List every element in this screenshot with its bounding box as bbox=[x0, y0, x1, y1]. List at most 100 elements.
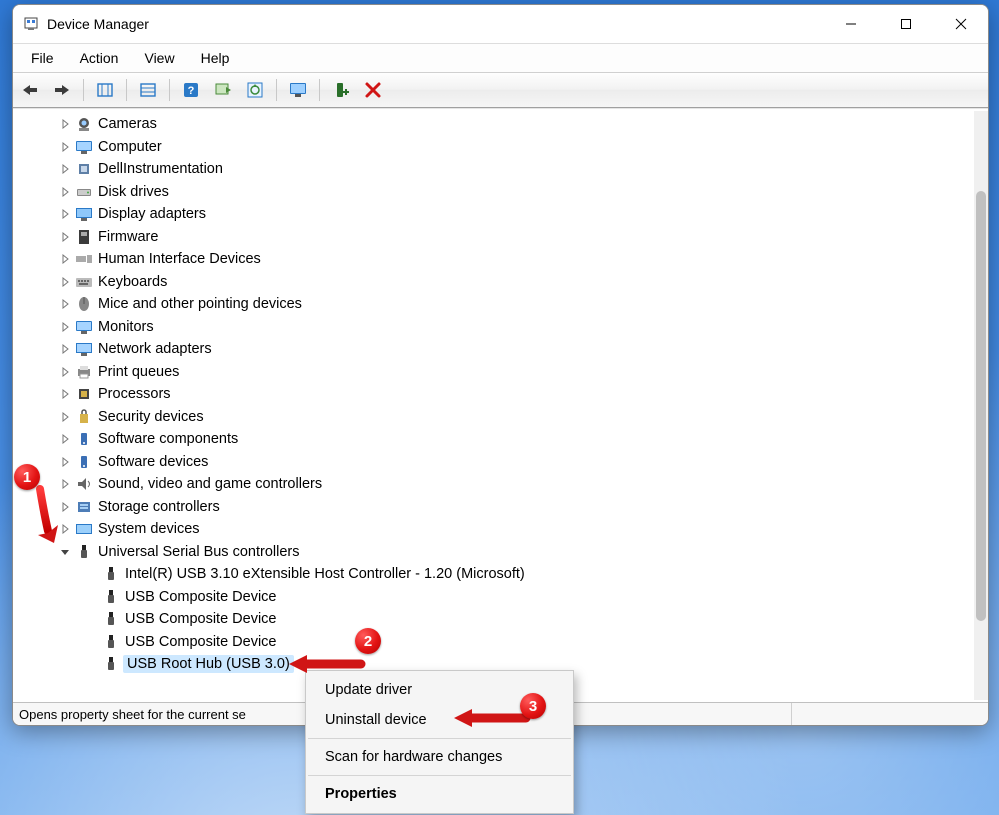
tree-device[interactable]: USB Composite Device bbox=[23, 586, 970, 609]
chevron-right-icon[interactable] bbox=[58, 320, 72, 334]
tree-item-label: USB Composite Device bbox=[123, 610, 280, 628]
toolbar-sep bbox=[319, 79, 320, 101]
scrollbar-thumb[interactable] bbox=[976, 191, 986, 621]
context-menu-item[interactable]: Scan for hardware changes bbox=[307, 742, 572, 772]
chevron-right-icon[interactable] bbox=[58, 252, 72, 266]
chevron-right-icon[interactable] bbox=[58, 500, 72, 514]
chevron-right-icon[interactable] bbox=[58, 162, 72, 176]
toolbar-back[interactable] bbox=[17, 77, 43, 103]
tree-device[interactable]: Intel(R) USB 3.10 eXtensible Host Contro… bbox=[23, 563, 970, 586]
minimize-button[interactable] bbox=[823, 5, 878, 43]
tree-category[interactable]: Disk drives bbox=[23, 181, 970, 204]
tree-item-label: USB Composite Device bbox=[123, 588, 280, 606]
keyboard-icon bbox=[74, 272, 94, 292]
disk-icon bbox=[74, 182, 94, 202]
monitor-icon bbox=[74, 137, 94, 157]
tree-category[interactable]: Software devices bbox=[23, 451, 970, 474]
maximize-button[interactable] bbox=[878, 5, 933, 43]
chevron-right-icon[interactable] bbox=[58, 522, 72, 536]
tree-category[interactable]: Computer bbox=[23, 136, 970, 159]
tree-category[interactable]: Display adapters bbox=[23, 203, 970, 226]
annotation-badge-1: 1 bbox=[14, 464, 40, 490]
tree-item-label: Storage controllers bbox=[96, 498, 223, 516]
tree-category[interactable]: Network adapters bbox=[23, 338, 970, 361]
toolbar-scan[interactable] bbox=[210, 77, 236, 103]
tree-item-label: System devices bbox=[96, 520, 203, 538]
toolbar-forward[interactable] bbox=[49, 77, 75, 103]
toolbar-sep bbox=[126, 79, 127, 101]
chevron-right-icon[interactable] bbox=[58, 297, 72, 311]
toolbar-sep bbox=[169, 79, 170, 101]
chevron-right-icon[interactable] bbox=[58, 410, 72, 424]
chevron-right-icon[interactable] bbox=[58, 432, 72, 446]
tree-category[interactable]: Universal Serial Bus controllers bbox=[23, 541, 970, 564]
tree-category[interactable]: Human Interface Devices bbox=[23, 248, 970, 271]
chevron-right-icon[interactable] bbox=[58, 185, 72, 199]
toolbar-properties[interactable] bbox=[135, 77, 161, 103]
context-menu-separator bbox=[308, 775, 571, 776]
software-icon bbox=[74, 452, 94, 472]
tree-item-label: DellInstrumentation bbox=[96, 160, 226, 178]
tree-item-label: Firmware bbox=[96, 228, 161, 246]
tree-category[interactable]: Firmware bbox=[23, 226, 970, 249]
toolbar-update[interactable] bbox=[242, 77, 268, 103]
tree-category[interactable]: Sound, video and game controllers bbox=[23, 473, 970, 496]
tree-item-label: Display adapters bbox=[96, 205, 209, 223]
chevron-right-icon[interactable] bbox=[58, 207, 72, 221]
toolbar-add-device[interactable] bbox=[328, 77, 354, 103]
menu-view[interactable]: View bbox=[132, 47, 186, 69]
tree-item-label: Human Interface Devices bbox=[96, 250, 264, 268]
toolbar-monitor[interactable] bbox=[285, 77, 311, 103]
chevron-right-icon[interactable] bbox=[58, 387, 72, 401]
usb-icon bbox=[101, 609, 121, 629]
tree-item-label: USB Composite Device bbox=[123, 633, 280, 651]
security-icon bbox=[74, 407, 94, 427]
tree-category[interactable]: Mice and other pointing devices bbox=[23, 293, 970, 316]
toolbar-remove[interactable] bbox=[360, 77, 386, 103]
tree-item-label: Software devices bbox=[96, 453, 211, 471]
titlebar[interactable]: Device Manager bbox=[13, 5, 988, 44]
tree-item-label: Mice and other pointing devices bbox=[96, 295, 305, 313]
tree-category[interactable]: Processors bbox=[23, 383, 970, 406]
tree-category[interactable]: Software components bbox=[23, 428, 970, 451]
menu-file[interactable]: File bbox=[19, 47, 66, 69]
device-tree[interactable]: Cameras ComputerDellInstrumentation Disk d… bbox=[23, 113, 970, 698]
mouse-icon bbox=[74, 294, 94, 314]
network-icon bbox=[74, 339, 94, 359]
toolbar-show-hidden[interactable] bbox=[92, 77, 118, 103]
tree-item-label: Intel(R) USB 3.10 eXtensible Host Contro… bbox=[123, 565, 528, 583]
chevron-right-icon[interactable] bbox=[58, 140, 72, 154]
menu-help[interactable]: Help bbox=[189, 47, 242, 69]
chevron-down-icon[interactable] bbox=[58, 545, 72, 559]
app-icon bbox=[21, 14, 41, 34]
close-button[interactable] bbox=[933, 5, 988, 43]
tree-category[interactable]: DellInstrumentation bbox=[23, 158, 970, 181]
tree-category[interactable]: Keyboards bbox=[23, 271, 970, 294]
firmware-icon bbox=[74, 227, 94, 247]
device-manager-window: Device Manager File Action View Help bbox=[12, 4, 989, 726]
tree-category[interactable]: Print queues bbox=[23, 361, 970, 384]
tree-category[interactable]: Storage controllers bbox=[23, 496, 970, 519]
tree-category[interactable]: Cameras bbox=[23, 113, 970, 136]
chevron-right-icon[interactable] bbox=[58, 365, 72, 379]
tree-category[interactable]: System devices bbox=[23, 518, 970, 541]
tree-category[interactable]: Security devices bbox=[23, 406, 970, 429]
context-menu-item[interactable]: Properties bbox=[307, 779, 572, 809]
tree-category[interactable]: Monitors bbox=[23, 316, 970, 339]
tree-device[interactable]: USB Composite Device bbox=[23, 631, 970, 654]
menubar: File Action View Help bbox=[13, 44, 988, 73]
chevron-right-icon[interactable] bbox=[58, 342, 72, 356]
chevron-right-icon[interactable] bbox=[58, 117, 72, 131]
toolbar-help[interactable]: ? bbox=[178, 77, 204, 103]
usb-icon bbox=[101, 654, 121, 674]
tree-item-label: Cameras bbox=[96, 115, 160, 133]
context-menu: Update driverUninstall deviceScan for ha… bbox=[305, 670, 574, 814]
menu-action[interactable]: Action bbox=[68, 47, 131, 69]
tree-device[interactable]: USB Composite Device bbox=[23, 608, 970, 631]
chevron-right-icon[interactable] bbox=[58, 477, 72, 491]
chevron-right-icon[interactable] bbox=[58, 230, 72, 244]
chevron-right-icon[interactable] bbox=[58, 455, 72, 469]
vertical-scrollbar[interactable] bbox=[974, 111, 988, 700]
tree-item-label: Disk drives bbox=[96, 183, 172, 201]
chevron-right-icon[interactable] bbox=[58, 275, 72, 289]
